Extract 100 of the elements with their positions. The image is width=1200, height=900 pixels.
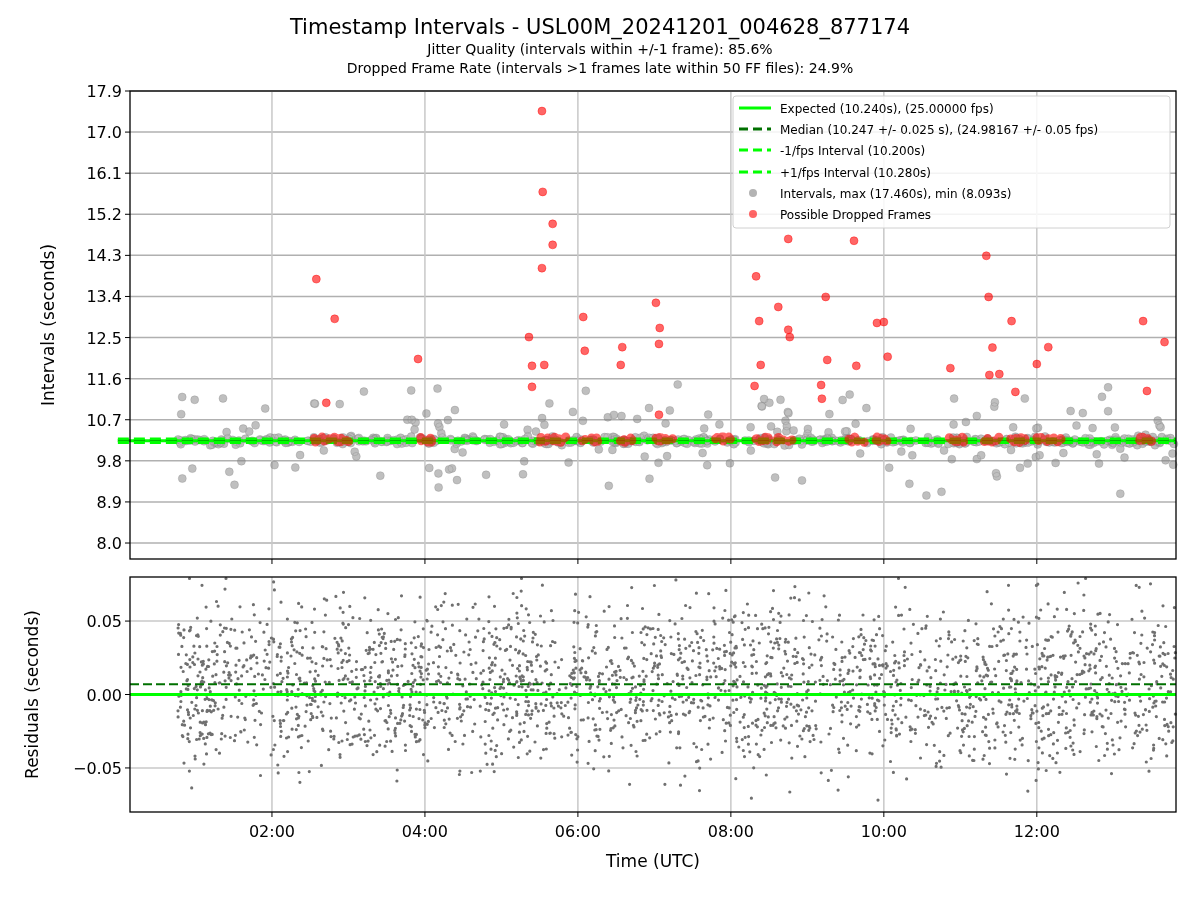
tick-label: 0.05 bbox=[86, 612, 122, 632]
legend-label: +1/fps Interval (10.280s) bbox=[780, 165, 931, 180]
tick-mark bbox=[124, 254, 131, 256]
data-point bbox=[580, 346, 590, 356]
tick-mark bbox=[124, 460, 131, 462]
tick-mark bbox=[883, 558, 885, 565]
tick-mark bbox=[124, 542, 131, 544]
data-point bbox=[822, 355, 832, 365]
tick-label: 17.0 bbox=[86, 123, 122, 143]
tick-mark bbox=[124, 90, 131, 92]
tick-mark bbox=[124, 213, 131, 215]
tick-mark bbox=[1036, 558, 1038, 565]
tick-label: 04:00 bbox=[401, 822, 448, 841]
axis-label: Intervals (seconds) bbox=[38, 243, 58, 407]
axis-label: Residuals (seconds) bbox=[22, 610, 42, 779]
legend-label: Expected (10.240s), (25.00000 fps) bbox=[780, 101, 994, 116]
tick-mark bbox=[577, 811, 579, 818]
data-point bbox=[651, 298, 661, 308]
tick-label: 08:00 bbox=[707, 822, 754, 841]
data-point bbox=[849, 236, 859, 246]
chart-title: Timestamp Intervals - USL00M_20241201_004628_877174 bbox=[289, 14, 911, 40]
data-point bbox=[330, 314, 340, 324]
data-point bbox=[879, 317, 889, 327]
tick-label: 12:00 bbox=[1013, 822, 1060, 841]
data-point bbox=[655, 323, 665, 333]
data-point bbox=[883, 352, 893, 362]
tick-mark bbox=[124, 337, 131, 339]
data-point bbox=[548, 240, 558, 250]
data-point bbox=[413, 354, 423, 364]
legend-label: Possible Dropped Frames bbox=[780, 207, 932, 222]
data-point bbox=[817, 394, 827, 404]
tick-label: 12.5 bbox=[86, 328, 122, 348]
data-point bbox=[1043, 342, 1053, 352]
data-point bbox=[1160, 337, 1170, 347]
data-point bbox=[527, 382, 537, 392]
data-point bbox=[321, 398, 331, 408]
chart-subtitle: Jitter Quality (intervals within +/-1 frame): 85.6% bbox=[427, 40, 773, 59]
tick-label: 14.3 bbox=[86, 246, 122, 266]
data-point bbox=[756, 360, 766, 370]
data-point bbox=[945, 363, 955, 373]
data-point bbox=[617, 342, 627, 352]
data-point bbox=[851, 361, 861, 371]
tick-mark bbox=[124, 131, 131, 133]
tick-label: 02:00 bbox=[248, 822, 295, 841]
data-point bbox=[754, 316, 764, 326]
data-point bbox=[537, 106, 547, 116]
data-point bbox=[524, 332, 534, 342]
legend-label: Intervals, max (17.460s), min (8.093s) bbox=[780, 186, 1012, 201]
tick-mark bbox=[124, 694, 131, 695]
tick-mark bbox=[271, 811, 273, 818]
legend-label: -1/fps Interval (10.200s) bbox=[780, 143, 926, 158]
tick-label: 10.7 bbox=[86, 410, 122, 430]
data-point bbox=[1007, 316, 1017, 326]
data-point bbox=[1010, 387, 1020, 397]
chart-subtitle: Dropped Frame Rate (intervals >1 frames late within 50 FF files): 24.9% bbox=[346, 59, 854, 78]
data-point bbox=[785, 332, 795, 342]
data-point bbox=[987, 343, 997, 353]
tick-label: 11.6 bbox=[86, 369, 122, 389]
data-point bbox=[1032, 359, 1042, 369]
tick-mark bbox=[124, 620, 131, 622]
tick-mark bbox=[271, 558, 273, 565]
tick-label: 9.8 bbox=[96, 451, 122, 471]
tick-mark bbox=[124, 172, 131, 174]
tick-mark bbox=[124, 419, 131, 421]
data-point bbox=[981, 251, 991, 261]
tick-mark bbox=[124, 295, 131, 297]
tick-mark bbox=[124, 767, 131, 769]
data-point bbox=[578, 312, 588, 322]
tick-label: 17.9 bbox=[86, 82, 122, 101]
tick-label: 10:00 bbox=[860, 822, 907, 841]
tick-mark bbox=[730, 811, 732, 818]
data-point bbox=[1142, 386, 1152, 396]
tick-label: 06:00 bbox=[554, 822, 601, 841]
data-point bbox=[654, 410, 664, 420]
data-point bbox=[616, 360, 626, 370]
data-point bbox=[821, 292, 831, 302]
data-point bbox=[538, 187, 548, 197]
data-point bbox=[751, 271, 761, 281]
tick-label: 0.00 bbox=[86, 685, 122, 705]
tick-mark bbox=[730, 558, 732, 565]
data-point bbox=[750, 381, 760, 391]
data-point bbox=[783, 234, 793, 244]
tick-mark bbox=[577, 558, 579, 565]
data-point bbox=[816, 380, 826, 390]
tick-mark bbox=[883, 811, 885, 818]
axis-label: Time (UTC) bbox=[606, 851, 700, 871]
tick-label: 15.2 bbox=[86, 205, 122, 225]
tick-label: 13.4 bbox=[86, 287, 122, 307]
tick-mark bbox=[424, 811, 426, 818]
data-point bbox=[539, 360, 549, 370]
tick-mark bbox=[124, 501, 131, 503]
tick-label: 8.9 bbox=[96, 492, 122, 512]
data-point bbox=[984, 370, 994, 380]
data-point bbox=[311, 274, 321, 284]
tick-label: 8.0 bbox=[96, 534, 122, 553]
data-point bbox=[527, 361, 537, 371]
tick-mark bbox=[1036, 811, 1038, 818]
data-point bbox=[537, 263, 547, 273]
data-point bbox=[872, 318, 882, 328]
data-point bbox=[548, 219, 558, 229]
